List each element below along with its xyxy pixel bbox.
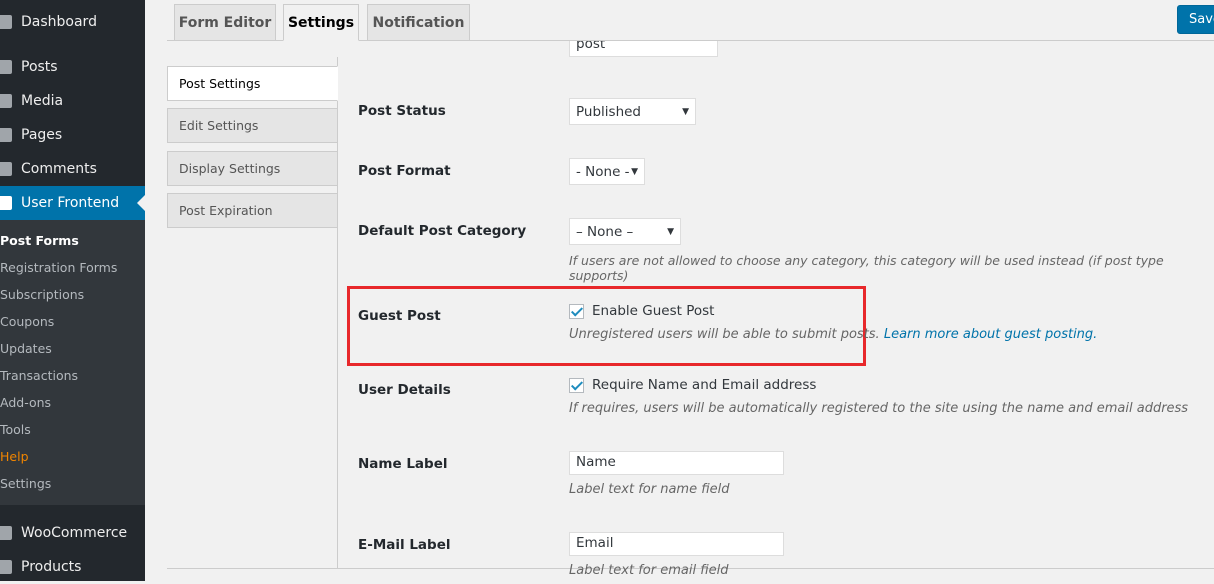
require-name-email-checkbox[interactable]: Require Name and Email address [569, 377, 816, 393]
post-type-field[interactable]: post [569, 41, 718, 57]
post-status-select[interactable]: Published ▼ [569, 98, 696, 125]
menu-media[interactable]: Media [0, 84, 145, 118]
submenu-settings[interactable]: Settings [0, 476, 51, 491]
default-category-desc: If users are not allowed to choose any c… [569, 253, 1164, 283]
email-label-input[interactable]: Email [569, 532, 784, 556]
user-details-label: User Details [358, 382, 451, 398]
vtab-display-settings[interactable]: Display Settings [167, 151, 338, 186]
dropdown-arrow-icon: ▼ [667, 226, 674, 237]
submenu-registration-forms[interactable]: Registration Forms [0, 260, 117, 275]
products-icon [0, 560, 12, 574]
menu-user-frontend[interactable]: User Frontend [0, 186, 145, 220]
checkbox-checked-icon[interactable] [569, 303, 584, 319]
name-label-label: Name Label [358, 456, 448, 472]
submenu-add-ons[interactable]: Add-ons [0, 395, 51, 410]
email-label-label: E-Mail Label [358, 537, 451, 553]
submenu-coupons[interactable]: Coupons [0, 314, 54, 329]
highlight-box [347, 286, 866, 366]
email-label-desc: Label text for email field [569, 563, 729, 578]
name-label-desc: Label text for name field [569, 482, 730, 497]
submenu-tools[interactable]: Tools [0, 422, 31, 437]
post-format-label: Post Format [358, 163, 451, 179]
tab-settings[interactable]: Settings [283, 4, 359, 41]
user-details-desc: If requires, users will be automatically… [569, 401, 1189, 416]
admin-sidebar: Dashboard Posts Media Pages Comments Use… [0, 0, 145, 581]
vtab-edit-settings[interactable]: Edit Settings [167, 108, 338, 143]
post-status-label: Post Status [358, 103, 446, 119]
post-format-select[interactable]: - None - ▼ [569, 158, 645, 185]
default-category-select[interactable]: – None – ▼ [569, 218, 681, 245]
menu-dashboard[interactable]: Dashboard [0, 5, 145, 39]
default-category-label: Default Post Category [358, 223, 527, 239]
dashboard-icon [0, 15, 12, 29]
checkbox-checked-icon[interactable] [569, 377, 584, 393]
submenu: Post Forms Registration Forms Subscripti… [0, 220, 145, 505]
submenu-post-forms[interactable]: Post Forms [0, 233, 79, 248]
user-frontend-icon [0, 196, 12, 210]
menu-posts[interactable]: Posts [0, 50, 145, 84]
pages-icon [0, 128, 12, 142]
dropdown-arrow-icon: ▼ [631, 166, 638, 177]
vtab-post-expiration[interactable]: Post Expiration [167, 193, 338, 228]
guest-post-desc: Unregistered users will be able to submi… [569, 327, 1098, 342]
dropdown-arrow-icon: ▼ [682, 106, 689, 117]
vtab-post-settings[interactable]: Post Settings [167, 66, 338, 101]
pin-icon [0, 60, 12, 74]
menu-pages[interactable]: Pages [0, 118, 145, 152]
woocommerce-icon [0, 526, 12, 540]
media-icon [0, 94, 12, 108]
guest-posting-link[interactable]: Learn more about guest posting. [884, 327, 1097, 342]
menu-comments[interactable]: Comments [0, 152, 145, 186]
comments-icon [0, 162, 12, 176]
submenu-updates[interactable]: Updates [0, 341, 52, 356]
name-label-input[interactable]: Name [569, 451, 784, 475]
clipped-row: post [340, 41, 1214, 65]
submenu-transactions[interactable]: Transactions [0, 368, 78, 383]
tab-notification[interactable]: Notification [367, 4, 470, 41]
submenu-help[interactable]: Help [0, 449, 29, 464]
tab-form-editor[interactable]: Form Editor [174, 4, 276, 41]
guest-post-label: Guest Post [358, 308, 441, 324]
enable-guest-post-checkbox[interactable]: Enable Guest Post [569, 303, 714, 319]
save-button[interactable]: Save [1177, 5, 1214, 34]
menu-products[interactable]: Products [0, 550, 145, 584]
menu-woocommerce[interactable]: WooCommerce [0, 516, 145, 550]
submenu-subscriptions[interactable]: Subscriptions [0, 287, 84, 302]
